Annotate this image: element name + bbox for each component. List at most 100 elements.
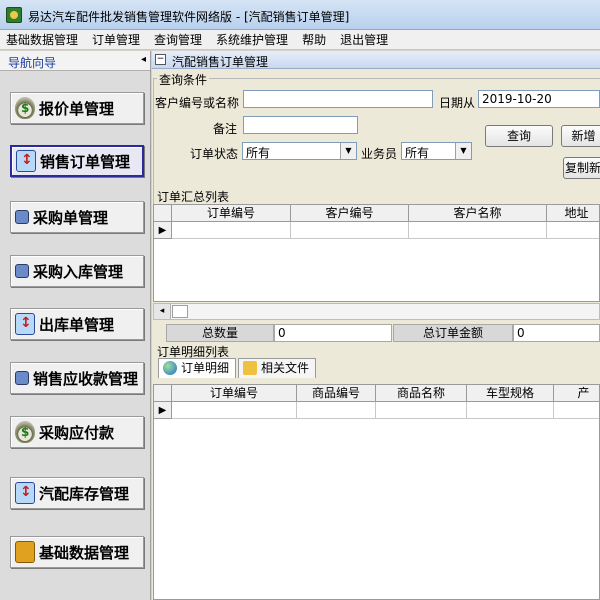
nav-outbound[interactable]: 出库单管理 [10,308,144,340]
scroll-left-icon[interactable]: ◂ [154,304,171,319]
nav-label: 出库单管理 [39,315,115,334]
total-amount-label: 总订单金额 [393,324,513,342]
nav-label: 基础数据管理 [39,543,130,562]
col-product-name[interactable]: 商品名称 [376,385,467,402]
stock-icon [15,482,35,504]
sidebar-title: 导航向导 [8,56,57,70]
summary-grid: 订单编号 客户编号 客户名称 地址 ▶ [153,204,600,302]
row-indicator: ▶ [154,222,172,239]
table-cell[interactable] [467,402,554,419]
table-cell[interactable] [554,402,599,419]
horizontal-scrollbar[interactable]: ◂ [153,303,600,320]
money-bag-icon [15,97,35,119]
copy-new-button[interactable]: 复制新 [563,157,600,179]
summary-legend: 订单汇总列表 [155,188,232,205]
pane-title: 汽配销售订单管理 [172,55,269,69]
main-pane: − 汽配销售订单管理 查询条件 客户编号或名称 日期从 2019-10-20 备… [152,51,600,600]
nav-receivable[interactable]: 销售应收款管理 [10,362,144,394]
order-icon [16,150,36,172]
pane-header: − 汽配销售订单管理 [152,51,600,69]
globe-icon [163,361,177,375]
checklist-icon [243,361,257,375]
total-qty-value: 0 [274,324,392,342]
note-label: 备注 [213,122,238,136]
nav-label: 汽配库存管理 [39,484,130,503]
customer-input[interactable] [243,90,433,108]
tab-order-detail[interactable]: 订单明细 [158,358,236,378]
nav-label: 采购入库管理 [33,262,124,281]
tab-label: 订单明细 [181,361,230,375]
col-order-no[interactable]: 订单编号 [172,205,291,222]
col-customer-no[interactable]: 客户编号 [291,205,409,222]
menu-exit[interactable]: 退出管理 [340,31,388,48]
scroll-thumb[interactable] [172,305,188,318]
chevron-down-icon: ▼ [340,143,356,159]
menu-orders[interactable]: 订单管理 [92,31,140,48]
new-button[interactable]: 新增 [561,125,600,147]
nav-purchase-inbound[interactable]: 采购入库管理 [10,255,144,287]
total-qty-label: 总数量 [166,324,274,342]
search-button[interactable]: 查询 [485,125,553,147]
app-icon [6,7,22,23]
menu-bar: 基础数据管理 订单管理 查询管理 系统维护管理 帮助 退出管理 [0,30,600,50]
row-indicator: ▶ [154,402,172,419]
tab-related-files[interactable]: 相关文件 [238,358,316,378]
collapse-icon[interactable]: − [155,54,166,65]
status-label: 订单状态 [190,147,239,161]
sidebar-header: 导航向导 ◂ [0,51,150,71]
nav-quotation[interactable]: 报价单管理 [10,92,144,124]
col-order-no[interactable]: 订单编号 [172,385,297,402]
menu-query[interactable]: 查询管理 [154,31,202,48]
col-origin[interactable]: 产 [554,385,599,402]
window-title: 易达汽车配件批发销售管理软件网络版 - [汽配销售订单管理] [28,10,350,24]
status-select[interactable]: 所有 ▼ [242,142,357,160]
date-from-label: 日期从 [439,96,476,110]
chevron-down-icon: ▼ [455,143,471,159]
database-icon [15,541,35,563]
note-input[interactable] [243,116,358,134]
nav-label: 采购应付款 [39,423,115,442]
table-cell[interactable] [172,402,297,419]
tab-label: 相关文件 [261,361,310,375]
nav-label: 销售订单管理 [40,152,131,171]
nav-purchase[interactable]: 采购单管理 [10,201,144,233]
col-customer-name[interactable]: 客户名称 [409,205,547,222]
purchase-icon [15,210,29,224]
title-bar: 易达汽车配件批发销售管理软件网络版 - [汽配销售订单管理] [0,0,600,30]
table-cell[interactable] [291,222,409,239]
menu-basic-data[interactable]: 基础数据管理 [6,31,78,48]
nav-sales-order[interactable]: 销售订单管理 [10,145,144,177]
table-cell[interactable] [297,402,376,419]
status-value: 所有 [246,146,271,160]
col-model-spec[interactable]: 车型规格 [467,385,554,402]
detail-grid: 订单编号 商品编号 商品名称 车型规格 产 ▶ [153,384,600,600]
navigation-sidebar: 导航向导 ◂ 报价单管理 销售订单管理 采购单管理 采购入库管理 出库单管理 销… [0,51,151,600]
salesman-value: 所有 [405,146,430,160]
table-cell[interactable] [547,222,599,239]
grid-corner [154,205,172,222]
date-from-input[interactable]: 2019-10-20 [478,90,600,108]
grid-corner [154,385,172,402]
money-bag-icon [15,421,35,443]
inbound-icon [15,264,29,278]
table-cell[interactable] [409,222,547,239]
customer-label: 客户编号或名称 [155,96,240,110]
salesman-select[interactable]: 所有 ▼ [401,142,472,160]
total-amount-value: 0 [513,324,600,342]
menu-help[interactable]: 帮助 [302,31,326,48]
receivable-icon [15,371,29,385]
nav-label: 报价单管理 [39,99,115,118]
salesman-label: 业务员 [361,147,398,161]
nav-basic-data[interactable]: 基础数据管理 [10,536,144,568]
menu-system[interactable]: 系统维护管理 [216,31,288,48]
col-address[interactable]: 地址 [547,205,599,222]
nav-stock[interactable]: 汽配库存管理 [10,477,144,509]
table-cell[interactable] [376,402,467,419]
query-legend: 查询条件 [157,71,210,88]
nav-payable[interactable]: 采购应付款 [10,416,144,448]
col-product-no[interactable]: 商品编号 [297,385,376,402]
nav-label: 采购单管理 [33,208,109,227]
collapse-arrow-icon[interactable]: ◂ [141,54,146,65]
nav-label: 销售应收款管理 [33,369,139,388]
table-cell[interactable] [172,222,291,239]
